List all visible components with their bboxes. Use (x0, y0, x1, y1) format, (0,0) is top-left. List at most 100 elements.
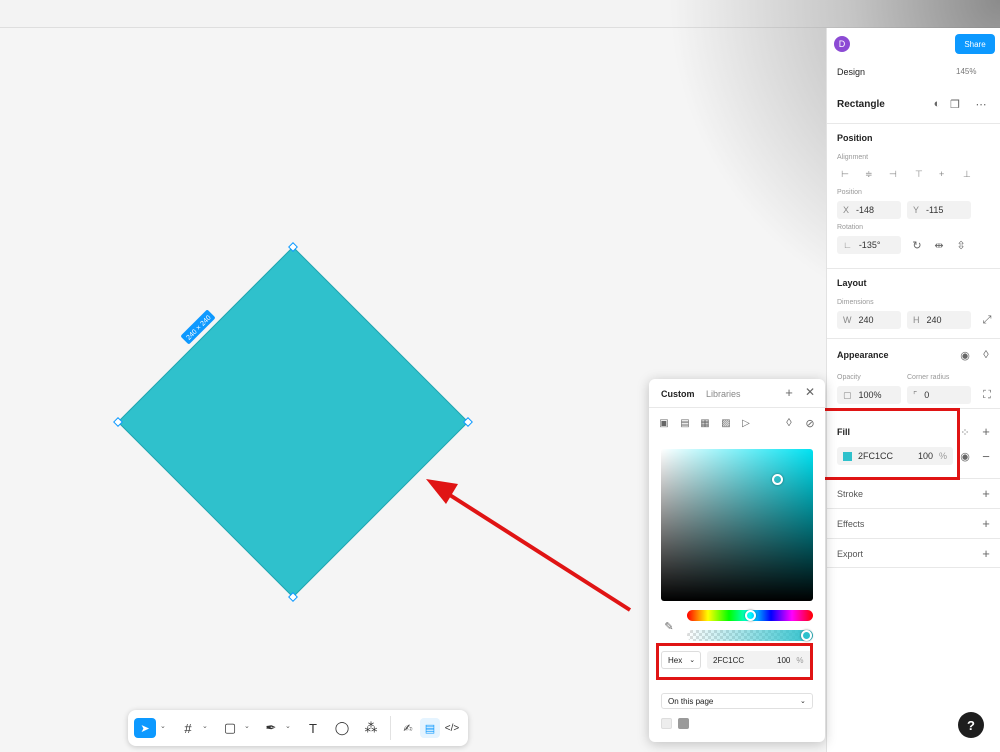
close-icon[interactable]: ✕ (804, 385, 816, 399)
rectangle-tool[interactable]: ▢ (220, 718, 240, 738)
align-middle-icon[interactable]: + (939, 169, 949, 179)
actions-tool[interactable]: ⁂ (361, 718, 381, 738)
video-icon[interactable]: ▷ (740, 417, 752, 429)
doc-swatch-gray[interactable] (678, 718, 689, 729)
tab-design[interactable]: Design (837, 67, 865, 77)
saturation-brightness-area[interactable] (661, 449, 813, 601)
x-field[interactable]: X -148 (837, 201, 901, 219)
appearance-title: Appearance (837, 350, 889, 360)
avatar[interactable]: D (834, 36, 850, 52)
alpha-slider[interactable] (687, 630, 813, 641)
alignment-label: Alignment (837, 154, 869, 161)
picker-divider (649, 407, 825, 408)
remove-fill-icon[interactable]: − (980, 449, 992, 464)
color-picker: Custom Libraries + ✕ ▣ ▤ ▦ ▨ ▷ ◊ ⊘ ✎ Hex… (649, 379, 825, 742)
zoom-level[interactable]: 145% (956, 67, 976, 76)
pen-chevron-icon[interactable]: ⌄ (285, 722, 291, 730)
blend-icon[interactable]: ◊ (783, 417, 795, 429)
design-mode-icon[interactable]: ▤ (420, 718, 440, 738)
position-section: Position Alignment ⊢ ≑ ⊣ ⊤ + ⊥ Position … (827, 123, 1000, 268)
position-label: Position (837, 189, 862, 196)
eyedropper-icon[interactable]: ✎ (663, 620, 675, 633)
effects-section: Effects + (827, 508, 1000, 538)
align-right-icon[interactable]: ⊣ (889, 169, 899, 179)
tab-libraries[interactable]: Libraries (706, 389, 741, 399)
draw-mode-icon[interactable]: ✍ (398, 718, 418, 738)
radius-icon: ⌜ (913, 389, 918, 400)
rotation-label: Rotation (837, 224, 864, 231)
color-cursor[interactable] (772, 474, 783, 485)
opacity-field[interactable]: ▢ 100% (837, 386, 901, 404)
solid-paint-icon[interactable]: ▣ (658, 417, 670, 429)
frame-chevron-icon[interactable]: ⌄ (202, 722, 208, 730)
eye-icon[interactable]: ◉ (959, 349, 971, 362)
width-field[interactable]: W 240 (837, 311, 901, 329)
component-icon[interactable]: ◐ (931, 98, 943, 110)
dev-mode-icon[interactable]: </> (442, 718, 462, 738)
add-stroke-icon[interactable]: + (980, 486, 992, 501)
y-field[interactable]: Y -115 (907, 201, 971, 219)
pattern-icon[interactable]: ▦ (699, 417, 711, 429)
hex-highlight-box (656, 643, 813, 680)
dimensions-label: Dimensions (837, 299, 874, 306)
add-swatch-icon[interactable]: + (783, 385, 795, 400)
height-field[interactable]: H 240 (907, 311, 971, 329)
add-export-icon[interactable]: + (980, 546, 992, 561)
stroke-section: Stroke + (827, 478, 1000, 508)
alpha-handle[interactable] (801, 630, 812, 641)
toolbar-divider (390, 716, 391, 740)
opacity-label: Opacity (837, 374, 861, 381)
flip-vertical-icon[interactable]: ⇳ (955, 239, 967, 252)
blend-mode-icon[interactable]: ◊ (980, 349, 992, 361)
comment-tool[interactable]: ◯ (332, 718, 352, 738)
styles-icon[interactable]: ⁘ (959, 426, 971, 439)
opacity-icon: ▢ (843, 389, 852, 400)
stroke-title: Stroke (837, 489, 864, 499)
no-fill-icon[interactable]: ⊘ (804, 417, 816, 430)
text-tool[interactable]: T (303, 718, 323, 738)
watermark-logo (881, 44, 913, 106)
rotate-90-icon[interactable]: ↻ (911, 239, 923, 252)
bottom-toolbar: ➤ ⌄ # ⌄ ▢ ⌄ ✒ ⌄ T ◯ ⁂ ✍ ▤ </> (128, 710, 468, 746)
top-bar (0, 0, 1000, 28)
tab-custom[interactable]: Custom (661, 389, 695, 399)
appearance-section: Appearance ◉ ◊ Opacity Corner radius ▢ 10… (827, 338, 1000, 408)
corner-radius-field[interactable]: ⌜ 0 (907, 386, 971, 404)
align-top-icon[interactable]: ⊤ (915, 169, 925, 179)
align-left-icon[interactable]: ⊢ (841, 169, 851, 179)
image-icon[interactable]: ▨ (720, 417, 732, 429)
copy-icon[interactable]: ❐ (949, 98, 961, 111)
move-tool[interactable]: ➤ (134, 718, 156, 738)
align-bottom-icon[interactable]: ⊥ (963, 169, 973, 179)
scope-select[interactable]: On this page ⌄ (661, 693, 813, 709)
more-icon[interactable]: ⋯ (975, 98, 987, 111)
position-title: Position (837, 133, 873, 143)
resize-icon[interactable]: ⤢ (981, 314, 993, 326)
design-panel: D Share Design 145% Rectangle ◐ ❐ ⋯ Posi… (826, 28, 1000, 752)
pen-tool[interactable]: ✒ (261, 718, 281, 738)
independent-corners-icon[interactable]: ⛶ (981, 389, 993, 401)
angle-icon: ∟ (843, 240, 852, 250)
add-fill-icon[interactable]: + (980, 424, 992, 439)
annotation-arrow (440, 488, 632, 612)
move-chevron-icon[interactable]: ⌄ (160, 722, 166, 730)
rotation-field[interactable]: ∟ -135° (837, 236, 901, 254)
fill-visibility-icon[interactable]: ◉ (959, 450, 971, 463)
flip-horizontal-icon[interactable]: ⇹ (933, 239, 945, 252)
align-center-h-icon[interactable]: ≑ (865, 169, 875, 179)
rotated-rectangle (117, 246, 469, 598)
linear-gradient-icon[interactable]: ▤ (679, 417, 691, 429)
hue-handle[interactable] (745, 610, 756, 621)
shape-chevron-icon[interactable]: ⌄ (244, 722, 250, 730)
fill-highlight-box (819, 408, 960, 480)
help-button[interactable]: ? (958, 712, 984, 738)
layer-name[interactable]: Rectangle (837, 99, 885, 110)
frame-tool[interactable]: # (178, 718, 198, 738)
export-title: Export (837, 549, 864, 559)
add-effect-icon[interactable]: + (980, 516, 992, 531)
chevron-down-icon: ⌄ (800, 698, 806, 705)
corner-radius-label: Corner radius (907, 374, 950, 381)
annotation-arrowhead (426, 479, 458, 504)
doc-swatch-light[interactable] (661, 718, 672, 729)
share-button[interactable]: Share (955, 34, 995, 54)
